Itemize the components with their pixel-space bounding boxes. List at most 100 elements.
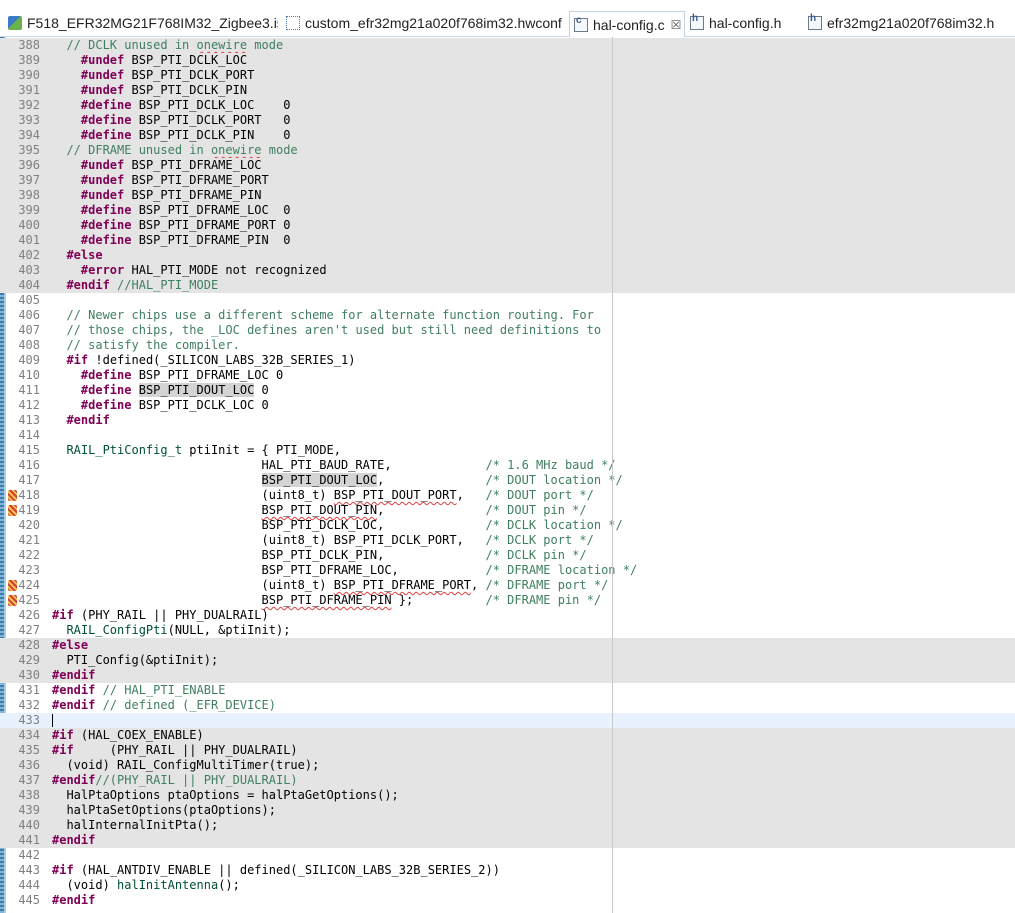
code-line[interactable]: 443 #if (HAL_ANTDIV_ENABLE || defined(_SI…: [0, 863, 1015, 878]
code-line[interactable]: 445 #endif: [0, 893, 1015, 908]
code-token: /* DOUT port */: [485, 488, 594, 502]
code-text: #define BSP_PTI_DFRAME_PIN 0: [52, 233, 291, 248]
code-line[interactable]: 410 #define BSP_PTI_DFRAME_LOC 0: [0, 368, 1015, 383]
code-token: #error: [80, 263, 125, 277]
tab-efr32-header[interactable]: efr32mg21a020f768im32.h: [808, 13, 1008, 33]
code-line[interactable]: 403 #error HAL_PTI_MODE not recognized: [0, 263, 1015, 278]
code-line[interactable]: 415 RAIL_PtiConfig_t ptiInit = { PTI_MOD…: [0, 443, 1015, 458]
code-line[interactable]: 411 #define BSP_PTI_DOUT_LOC 0: [0, 383, 1015, 398]
warning-marker-icon[interactable]: [8, 490, 17, 501]
line-number: 415: [18, 443, 40, 457]
code-line[interactable]: 441 #endif: [0, 833, 1015, 848]
code-line[interactable]: 394 #define BSP_PTI_DCLK_PIN 0: [0, 128, 1015, 143]
tab-label: efr32mg21a020f768im32.h: [827, 15, 995, 31]
warning-marker-icon[interactable]: [8, 505, 17, 516]
code-line[interactable]: 414: [0, 428, 1015, 443]
code-token: // DCLK unused in: [66, 38, 197, 52]
code-line[interactable]: 437 #endif//(PHY_RAIL || PHY_DUALRAIL): [0, 773, 1015, 788]
code-line[interactable]: 434 #if (HAL_COEX_ENABLE): [0, 728, 1015, 743]
code-line[interactable]: 422 BSP_PTI_DCLK_PIN, /* DCLK pin */: [0, 548, 1015, 563]
code-line[interactable]: 438 HalPtaOptions ptaOptions = halPtaGet…: [0, 788, 1015, 803]
code-line[interactable]: 421 (uint8_t) BSP_PTI_DCLK_PORT, /* DCLK…: [0, 533, 1015, 548]
tab-hal-config-c[interactable]: hal-config.c ☒: [569, 11, 685, 37]
code-line[interactable]: 397 #undef BSP_PTI_DFRAME_PORT: [0, 173, 1015, 188]
code-line[interactable]: 413 #endif: [0, 413, 1015, 428]
code-line[interactable]: 432 #endif // defined (_EFR_DEVICE): [0, 698, 1015, 713]
code-token: /* 1.6 MHz baud */: [485, 458, 616, 472]
code-line[interactable]: 444 (void) halInitAntenna();: [0, 878, 1015, 893]
code-line[interactable]: 389 #undef BSP_PTI_DCLK_LOC: [0, 53, 1015, 68]
code-line[interactable]: 416 HAL_PTI_BAUD_RATE, /* 1.6 MHz baud *…: [0, 458, 1015, 473]
code-line[interactable]: 402 #else: [0, 248, 1015, 263]
code-token: BSP_PTI_DFRAME_LOC 0: [131, 203, 291, 217]
code-text: // Newer chips use a different scheme fo…: [52, 308, 594, 323]
code-line[interactable]: 391 #undef BSP_PTI_DCLK_PIN: [0, 83, 1015, 98]
code-line[interactable]: 423 BSP_PTI_DFRAME_LOC, /* DFRAME locati…: [0, 563, 1015, 578]
code-line[interactable]: 393 #define BSP_PTI_DCLK_PORT 0: [0, 113, 1015, 128]
code-line[interactable]: 430 #endif: [0, 668, 1015, 683]
code-text: BSP_PTI_DOUT_LOC, /* DOUT location */: [52, 473, 623, 488]
code-line[interactable]: 409 #if !defined(_SILICON_LABS_32B_SERIE…: [0, 353, 1015, 368]
code-token: (uint8_t): [52, 578, 334, 592]
code-line[interactable]: 418 (uint8_t) BSP_PTI_DOUT_PORT, /* DOUT…: [0, 488, 1015, 503]
code-text: HalPtaOptions ptaOptions = halPtaGetOpti…: [52, 788, 398, 803]
code-line[interactable]: 404 #endif //HAL_PTI_MODE: [0, 278, 1015, 293]
tab-hal-config-h[interactable]: hal-config.h: [690, 13, 800, 33]
warning-marker-icon[interactable]: [8, 595, 17, 606]
code-line[interactable]: 427 RAIL_ConfigPti(NULL, &ptiInit);: [0, 623, 1015, 638]
tab-isc-file[interactable]: F518_EFR32MG21F768IM32_Zigbee3.isc: [8, 13, 278, 33]
code-line[interactable]: 436 (void) RAIL_ConfigMultiTimer(true);: [0, 758, 1015, 773]
code-token: // Newer chips use a different scheme fo…: [66, 308, 594, 322]
code-token: #undef: [80, 173, 125, 187]
print-margin-line: [612, 37, 613, 913]
code-line[interactable]: 435 #if (PHY_RAIL || PHY_DUALRAIL): [0, 743, 1015, 758]
code-text: #define BSP_PTI_DCLK_PIN 0: [52, 128, 291, 143]
code-token: #define: [80, 218, 132, 232]
code-line[interactable]: 425 BSP_PTI_DFRAME_PIN }; /* DFRAME pin …: [0, 593, 1015, 608]
code-token: #if: [52, 743, 74, 757]
code-line[interactable]: 398 #undef BSP_PTI_DFRAME_PIN: [0, 188, 1015, 203]
code-line[interactable]: 390 #undef BSP_PTI_DCLK_PORT: [0, 68, 1015, 83]
code-line[interactable]: 439 halPtaSetOptions(ptaOptions);: [0, 803, 1015, 818]
code-line[interactable]: 440 halInternalInitPta();: [0, 818, 1015, 833]
tab-hwconf-file[interactable]: custom_efr32mg21a020f768im32.hwconf: [286, 13, 562, 33]
code-text: #endif: [52, 893, 95, 908]
code-line[interactable]: 401 #define BSP_PTI_DFRAME_PIN 0: [0, 233, 1015, 248]
line-number: 421: [18, 533, 40, 547]
code-editor[interactable]: 388 // DCLK unused in onewire mode 389 #u…: [0, 37, 1015, 913]
tab-label: hal-config.c: [593, 16, 665, 33]
code-line[interactable]: 396 #undef BSP_PTI_DFRAME_LOC: [0, 158, 1015, 173]
warning-marker-icon[interactable]: [8, 580, 17, 591]
code-line[interactable]: 417 BSP_PTI_DOUT_LOC, /* DOUT location *…: [0, 473, 1015, 488]
code-line[interactable]: 406 // Newer chips use a different schem…: [0, 308, 1015, 323]
code-line[interactable]: 426 #if (PHY_RAIL || PHY_DUALRAIL): [0, 608, 1015, 623]
code-line[interactable]: 388 // DCLK unused in onewire mode: [0, 38, 1015, 53]
code-line[interactable]: 412 #define BSP_PTI_DCLK_LOC 0: [0, 398, 1015, 413]
close-tab-icon[interactable]: ☒: [671, 12, 682, 37]
code-line[interactable]: 405: [0, 293, 1015, 308]
code-line[interactable]: 429 PTI_Config(&ptiInit);: [0, 653, 1015, 668]
code-line[interactable]: 395 // DFRAME unused in onewire mode: [0, 143, 1015, 158]
code-line[interactable]: 424 (uint8_t) BSP_PTI_DFRAME_PORT, /* DF…: [0, 578, 1015, 593]
code-line[interactable]: 420 BSP_PTI_DCLK_LOC, /* DCLK location *…: [0, 518, 1015, 533]
code-line[interactable]: 408 // satisfy the compiler.: [0, 338, 1015, 353]
code-line[interactable]: 407 // those chips, the _LOC defines are…: [0, 323, 1015, 338]
code-token: #define: [80, 398, 132, 412]
code-line[interactable]: 392 #define BSP_PTI_DCLK_LOC 0: [0, 98, 1015, 113]
code-line[interactable]: 399 #define BSP_PTI_DFRAME_LOC 0: [0, 203, 1015, 218]
code-line[interactable]: 400 #define BSP_PTI_DFRAME_PORT 0: [0, 218, 1015, 233]
code-token: #undef: [80, 68, 125, 82]
code-line[interactable]: 428 #else: [0, 638, 1015, 653]
code-line[interactable]: 419 BSP_PTI_DOUT_PIN, /* DOUT pin */: [0, 503, 1015, 518]
code-line[interactable]: 442: [0, 848, 1015, 863]
code-line[interactable]: 431 #endif // HAL_PTI_ENABLE: [0, 683, 1015, 698]
code-token: #undef: [80, 158, 125, 172]
code-line[interactable]: 433: [0, 713, 1015, 728]
code-token: #endif: [52, 833, 96, 847]
code-text: #endif//(PHY_RAIL || PHY_DUALRAIL): [52, 773, 298, 788]
